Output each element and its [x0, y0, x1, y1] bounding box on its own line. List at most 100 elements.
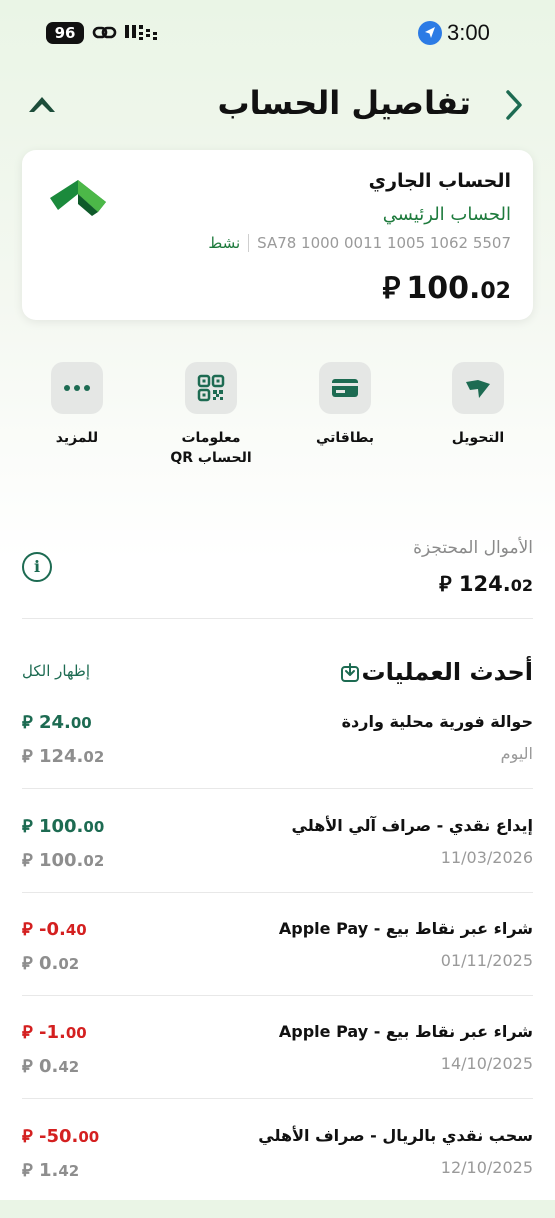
battery-indicator: 96: [46, 22, 84, 44]
transaction-running-balance: ⃁ 0.42: [22, 1054, 79, 1077]
qr-info-action[interactable]: معلومات الحساب QR: [156, 362, 266, 468]
transaction-date: اليوم: [500, 744, 533, 763]
balance-integer: 1.: [38, 1160, 59, 1181]
account-subtitle: الحساب الرئيسي: [382, 204, 511, 225]
balance-integer: 124.: [38, 746, 84, 767]
transaction-description: شراء عبر نقاط بيع - Apple Pay: [278, 1022, 533, 1041]
amount-decimal: 00: [78, 1128, 100, 1146]
riyal-currency-icon: ⃁: [22, 919, 33, 940]
transaction-description: شراء عبر نقاط بيع - Apple Pay: [278, 919, 533, 938]
account-card[interactable]: الحساب الجاري الحساب الرئيسي نشط SA78 10…: [22, 150, 533, 320]
recent-transactions-title: أحدث العمليات: [361, 658, 533, 686]
account-name: الحساب الجاري: [368, 170, 511, 192]
transaction-running-balance: ⃁ 0.02: [22, 951, 79, 974]
amount-integer: -1.: [38, 1022, 66, 1043]
amount-decimal: 00: [70, 714, 92, 732]
more-label: للمزيد: [55, 430, 99, 446]
amount-decimal: 40: [65, 921, 87, 939]
amount-integer: -0.: [38, 919, 66, 940]
divider: [22, 788, 533, 789]
qr-info-label: معلومات الحساب QR: [156, 428, 266, 468]
info-icon[interactable]: i: [22, 552, 52, 582]
balance-integer: 0.: [38, 1056, 59, 1077]
status-bar: 96 3:00: [0, 18, 555, 50]
transaction-row[interactable]: سحب نقدي بالريال - صراف الأهلي 12/10/2025…: [0, 1116, 555, 1218]
transaction-amount: ⃁ 24.00: [22, 710, 92, 733]
balance-decimal: 02: [83, 852, 105, 870]
transaction-amount: ⃁ -1.00: [22, 1020, 87, 1043]
transaction-running-balance: ⃁ 1.42: [22, 1158, 79, 1181]
more-dots-icon: [64, 385, 90, 391]
riyal-currency-icon: ⃁: [439, 572, 452, 596]
riyal-currency-icon: ⃁: [22, 1126, 33, 1147]
qr-info-label-line2: الحساب QR: [170, 450, 252, 466]
divider: [22, 892, 533, 893]
balance-integer: 100.: [38, 850, 84, 871]
balance-decimal: 02: [480, 279, 511, 304]
clock: 3:00: [447, 20, 490, 45]
riyal-currency-icon: ⃁: [22, 1160, 33, 1181]
riyal-currency-icon: ⃁: [22, 1022, 33, 1043]
location-icon: [418, 21, 442, 45]
back-chevron-icon[interactable]: [500, 88, 526, 122]
riyal-currency-icon: ⃁: [22, 712, 33, 733]
transfer-label: التحويل: [451, 430, 505, 446]
riyal-currency-icon: ⃁: [22, 746, 33, 767]
account-iban: SA78 1000 0011 1005 1062 5507: [257, 234, 511, 252]
transaction-description: سحب نقدي بالريال - صراف الأهلي: [258, 1126, 533, 1145]
balance-decimal: 42: [58, 1162, 80, 1180]
amount-integer: 24.: [38, 712, 71, 733]
transaction-date: 12/10/2025: [440, 1158, 533, 1177]
balance-integer: 0.: [38, 953, 59, 974]
balance-integer: 100.: [406, 271, 481, 306]
qr-info-label-line1: معلومات: [181, 430, 241, 446]
account-iban-row: نشط SA78 1000 0011 1005 1062 5507: [208, 234, 511, 252]
transaction-date: 14/10/2025: [440, 1054, 533, 1073]
amount-integer: -50.: [38, 1126, 79, 1147]
riyal-currency-icon: ⃁: [22, 1056, 33, 1077]
reserved-funds-amount: ⃁ 124.02: [439, 570, 533, 597]
amount-integer: 100.: [38, 816, 84, 837]
balance-decimal: 42: [58, 1058, 80, 1076]
riyal-currency-icon: ⃁: [22, 953, 33, 974]
more-action[interactable]: للمزيد: [22, 362, 132, 448]
transaction-running-balance: ⃁ 100.02: [22, 848, 104, 871]
more-button[interactable]: [51, 362, 103, 414]
transaction-date: 01/11/2025: [440, 951, 533, 970]
show-all-link[interactable]: إظهار الكل: [22, 662, 90, 680]
transaction-date: 11/03/2026: [440, 848, 533, 867]
account-status: نشط: [208, 234, 241, 252]
transaction-amount: ⃁ 100.00: [22, 814, 104, 837]
divider: [22, 1098, 533, 1099]
transaction-description: حوالة فورية محلية واردة: [341, 712, 533, 731]
download-icon[interactable]: [340, 663, 360, 683]
riyal-currency-icon: ⃁: [22, 816, 33, 837]
cards-label: بطاقاتي: [316, 430, 374, 446]
transaction-running-balance: ⃁ 124.02: [22, 744, 104, 767]
reserved-funds-label: الأموال المحتجزة: [413, 538, 533, 558]
reserved-integer: 124.: [458, 572, 511, 596]
cards-button[interactable]: [319, 362, 371, 414]
transfer-button[interactable]: [452, 362, 504, 414]
amount-decimal: 00: [65, 1024, 87, 1042]
transfer-arrow-icon: [466, 380, 490, 398]
divider: [22, 995, 533, 996]
page-title: تفاصيل الحساب: [217, 84, 471, 122]
cards-action[interactable]: بطاقاتي: [290, 362, 400, 448]
reserved-decimal: 02: [510, 576, 533, 595]
riyal-currency-icon: ⃁: [22, 850, 33, 871]
qr-info-button[interactable]: [185, 362, 237, 414]
transfer-action[interactable]: التحويل: [423, 362, 533, 448]
transaction-description: إيداع نقدي - صراف آلي الأهلي: [291, 816, 533, 835]
link-icon: [92, 26, 117, 39]
separator: [248, 234, 250, 252]
card-icon: [332, 379, 358, 397]
qr-code-icon: [197, 374, 225, 402]
transaction-amount: ⃁ -50.00: [22, 1124, 99, 1147]
divider: [22, 618, 533, 619]
transaction-amount: ⃁ -0.40: [22, 917, 87, 940]
collapse-icon[interactable]: [26, 92, 58, 116]
signal-icon: [125, 25, 157, 40]
account-balance: ⃁ 100.02: [383, 268, 511, 307]
riyal-currency-icon: ⃁: [382, 271, 401, 306]
